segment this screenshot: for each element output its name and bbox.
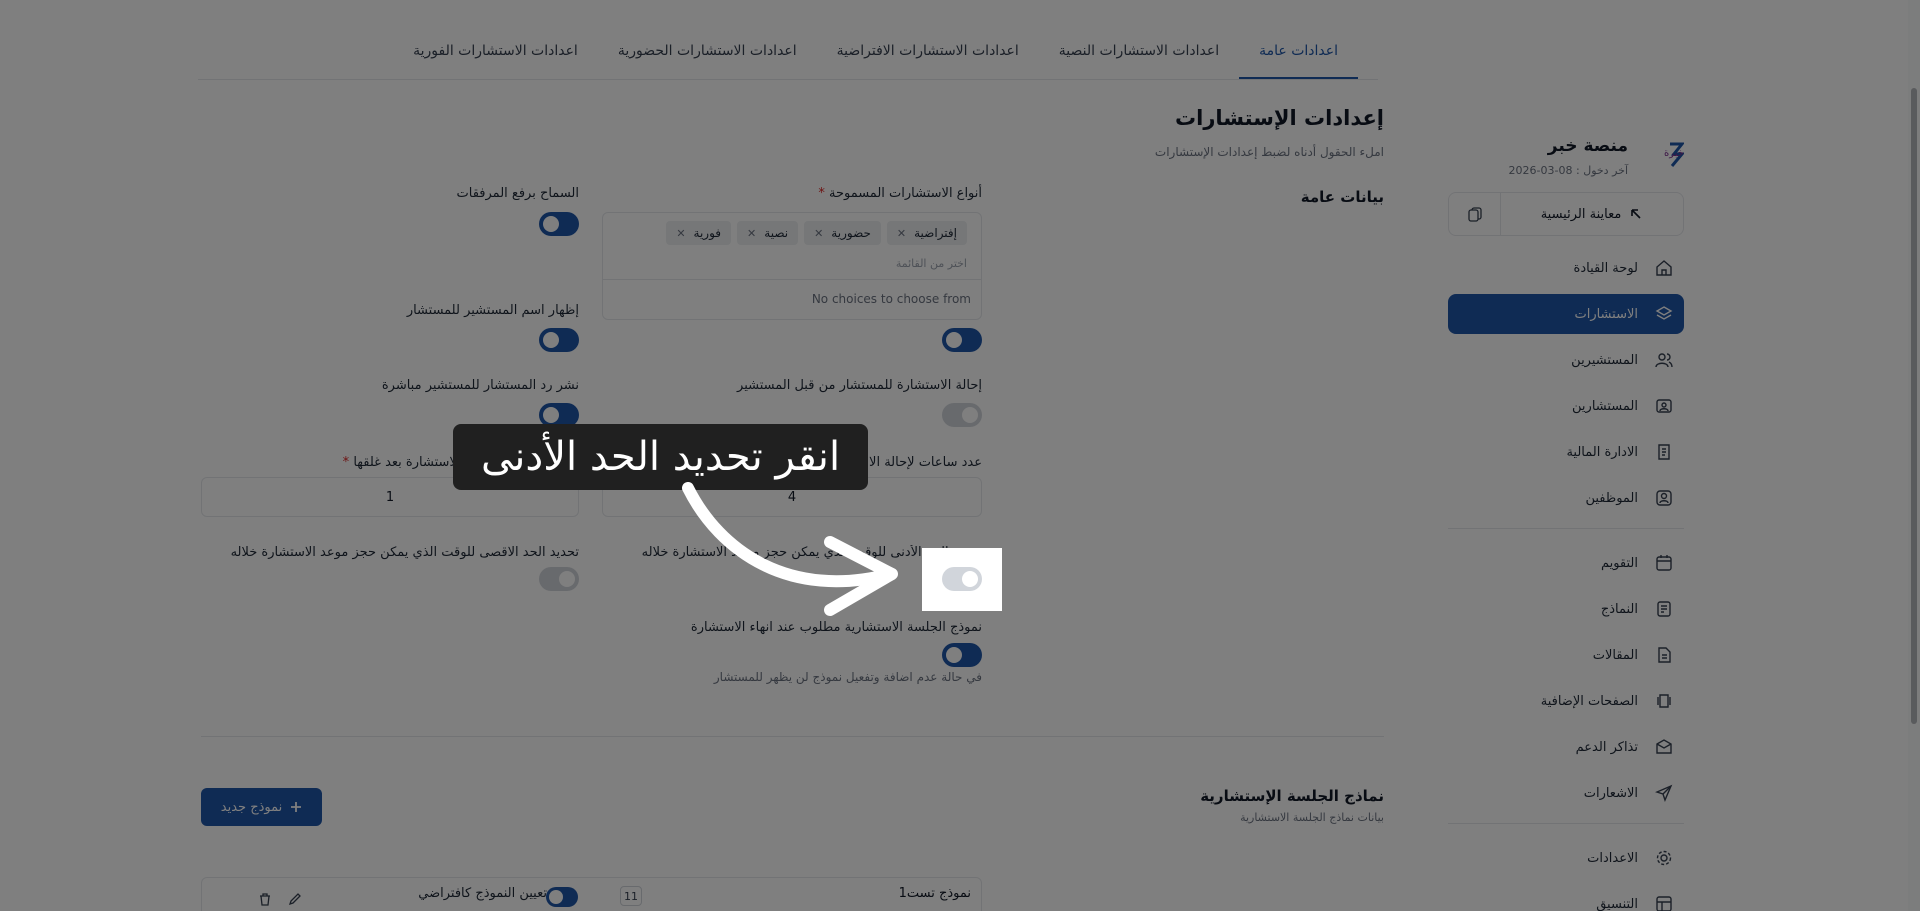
- tutorial-tooltip: انقر تحديد الحد الأدنى: [453, 424, 868, 490]
- tutorial-dim-overlay: [0, 0, 1920, 911]
- curved-arrow-icon: [680, 482, 920, 622]
- min-time-toggle-highlight[interactable]: [942, 567, 982, 591]
- toggle-knob: [962, 571, 978, 587]
- tutorial-spotlight[interactable]: [922, 548, 1002, 611]
